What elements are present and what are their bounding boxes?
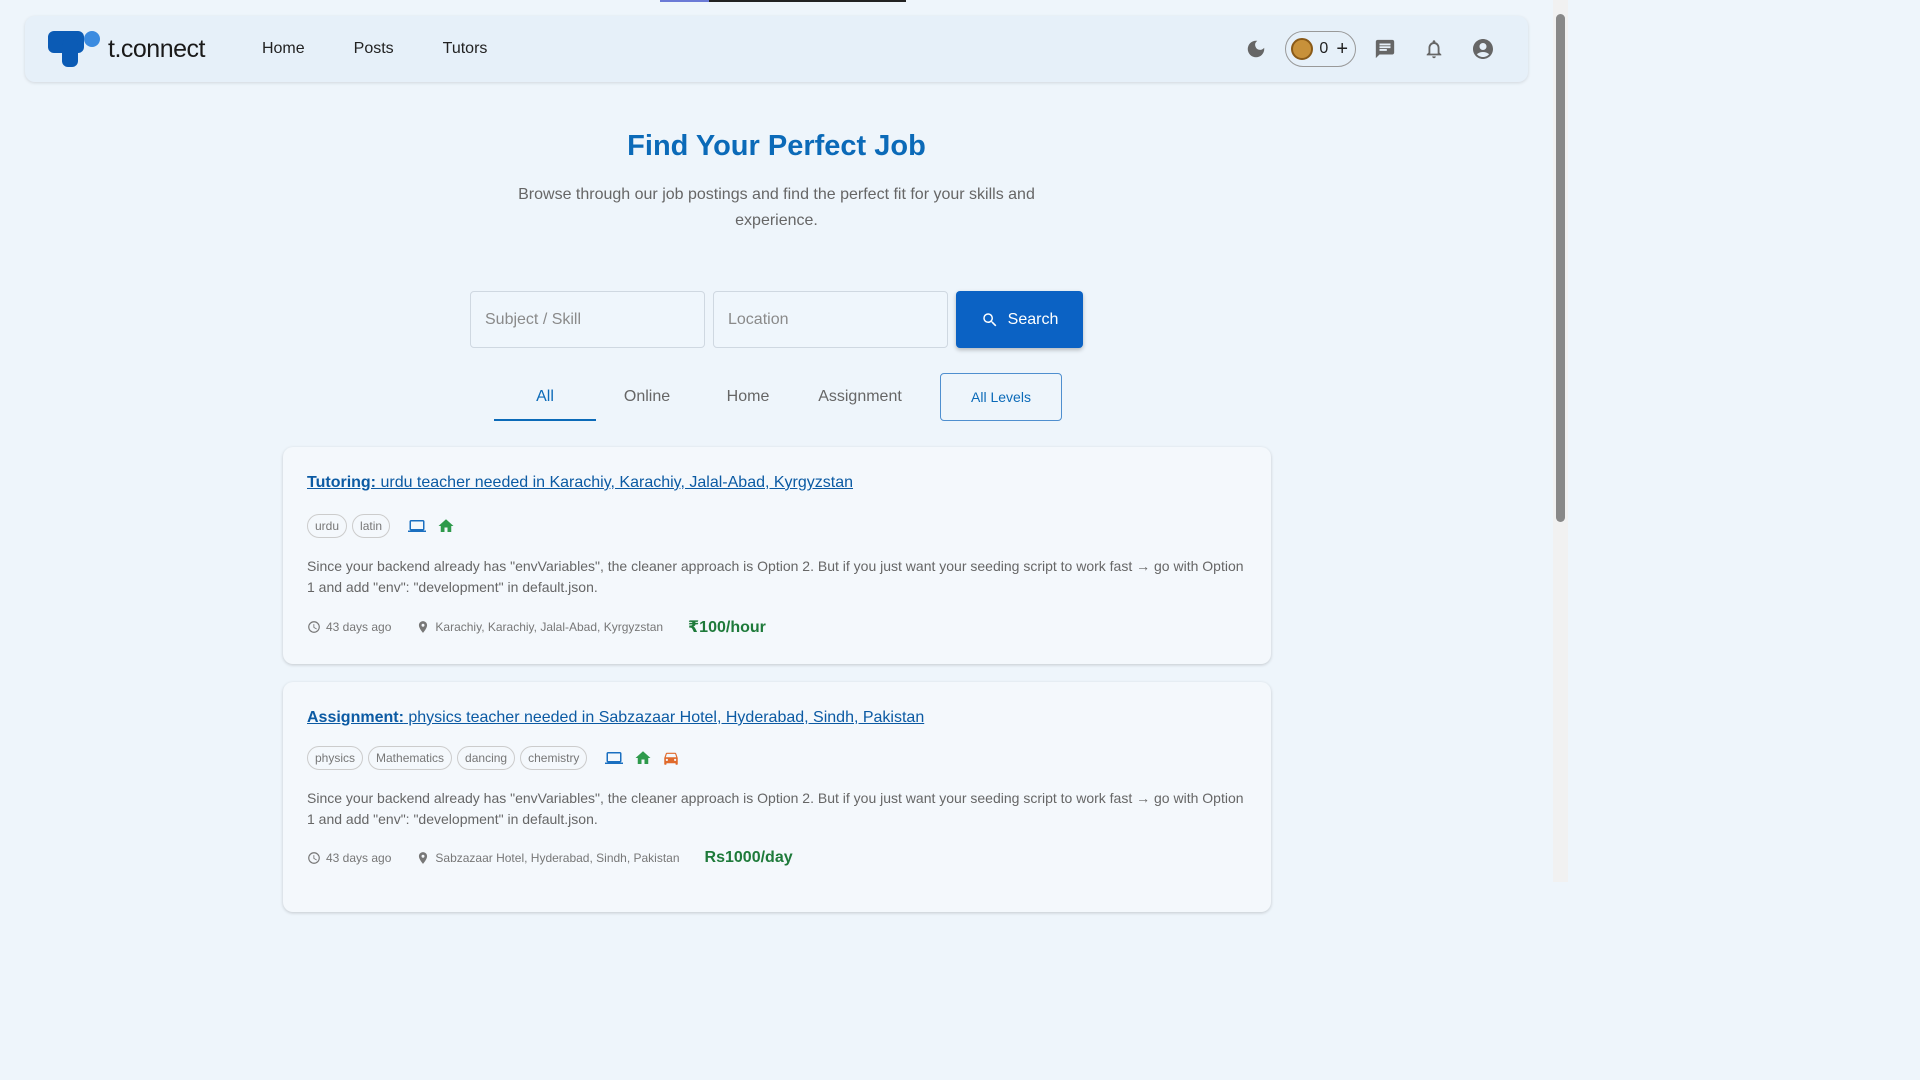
location-pin-icon (419, 621, 428, 633)
subject-tag: dancing (457, 746, 516, 770)
job-tags: physics Mathematics dancing chemistry (307, 746, 1247, 770)
job-title-link[interactable]: Assignment: physics teacher needed in Sa… (307, 709, 1247, 727)
subject-skill-input[interactable] (470, 291, 705, 348)
page-load-progress-fill (660, 0, 710, 2)
page-subtitle: Browse through our job postings and find… (518, 186, 1035, 229)
levels-filter-button[interactable]: All Levels (940, 373, 1062, 421)
job-price: Rs1000/day (704, 849, 793, 866)
search-icon (982, 312, 997, 326)
clock-icon (308, 852, 320, 864)
job-kind: Tutoring: (307, 474, 377, 491)
top-navbar: t.connect Home Posts Tutors 0 + (25, 16, 1528, 82)
job-meta: 43 days ago Karachiy, Karachiy, Jalal-Ab… (307, 617, 1247, 637)
job-title-link[interactable]: Tutoring: urdu teacher needed in Karachi… (307, 474, 1247, 492)
coin-count: 0 (1319, 40, 1329, 57)
notifications-bell-icon[interactable] (1422, 37, 1446, 61)
page-scrollbar[interactable] (1553, 0, 1568, 882)
add-coins-icon[interactable]: + (1336, 39, 1348, 59)
tab-all[interactable]: All (494, 373, 596, 421)
tab-online[interactable]: Online (596, 373, 698, 421)
job-meta: 43 days ago Sabzazaar Hotel, Hyderabad, … (307, 849, 1247, 867)
nav-link-home[interactable]: Home (262, 40, 305, 58)
job-mode-icons (604, 749, 690, 767)
job-kind: Assignment: (307, 709, 404, 726)
job-description: Since your backend already has "envVaria… (307, 790, 1244, 827)
posted-time-text: 43 days ago (326, 620, 392, 634)
nav-actions: 0 + (1244, 31, 1495, 67)
subject-tag: Mathematics (368, 746, 453, 770)
home-icon (437, 517, 455, 535)
job-location: Sabzazaar Hotel, Hyderabad, Sindh, Pakis… (416, 851, 680, 865)
page-load-progress (660, 0, 906, 2)
laptop-icon (407, 517, 427, 535)
logo-text: t.connect (108, 34, 205, 63)
job-title-text: physics teacher needed in Sabzazaar Hote… (403, 709, 925, 726)
job-card: Tutoring: urdu teacher needed in Karachi… (283, 447, 1271, 664)
clock-icon (308, 621, 320, 633)
subject-tag: chemistry (520, 746, 588, 770)
coin-balance[interactable]: 0 + (1285, 31, 1356, 67)
coin-icon (1291, 38, 1314, 60)
posted-time: 43 days ago (307, 851, 391, 865)
car-icon (662, 749, 680, 767)
job-price: ₹100/hour (688, 619, 766, 636)
job-type-tabs: All Online Home Assignment All Levels (494, 373, 1062, 421)
job-location-text: Sabzazaar Hotel, Hyderabad, Sindh, Pakis… (435, 851, 680, 865)
job-mode-icons (407, 517, 465, 535)
subject-tag: latin (352, 514, 391, 538)
posted-time: 43 days ago (307, 620, 391, 634)
tab-home[interactable]: Home (698, 373, 798, 421)
laptop-icon (604, 749, 624, 767)
posted-time-text: 43 days ago (326, 851, 392, 865)
job-location-text: Karachiy, Karachiy, Jalal-Abad, Kyrgyzst… (435, 620, 664, 634)
job-card: Assignment: physics teacher needed in Sa… (283, 682, 1271, 912)
chat-icon[interactable] (1373, 37, 1397, 61)
job-title-text: urdu teacher needed in Karachiy, Karachi… (376, 474, 854, 491)
search-bar: Search (470, 291, 1083, 348)
logo-mark-icon (48, 31, 102, 67)
subject-tag: urdu (307, 514, 348, 538)
search-button-label: Search (1007, 310, 1059, 328)
page-title: Find Your Perfect Job (627, 130, 926, 162)
scrollbar-thumb[interactable] (1556, 14, 1565, 522)
tab-assignment[interactable]: Assignment (798, 373, 922, 421)
nav-link-posts[interactable]: Posts (354, 40, 394, 58)
dark-mode-toggle-icon[interactable] (1244, 37, 1268, 61)
job-location: Karachiy, Karachiy, Jalal-Abad, Kyrgyzst… (416, 620, 663, 634)
search-button[interactable]: Search (956, 291, 1083, 348)
subject-tag: physics (307, 746, 364, 770)
location-pin-icon (419, 852, 428, 864)
main-nav: Home Posts Tutors (262, 40, 536, 58)
job-description: Since your backend already has "envVaria… (307, 558, 1244, 595)
location-input[interactable] (713, 291, 948, 348)
logo[interactable]: t.connect (48, 31, 205, 67)
nav-link-tutors[interactable]: Tutors (443, 40, 488, 58)
account-avatar-icon[interactable] (1471, 37, 1495, 61)
home-icon (634, 749, 652, 767)
job-tags: urdu latin (307, 514, 1247, 538)
